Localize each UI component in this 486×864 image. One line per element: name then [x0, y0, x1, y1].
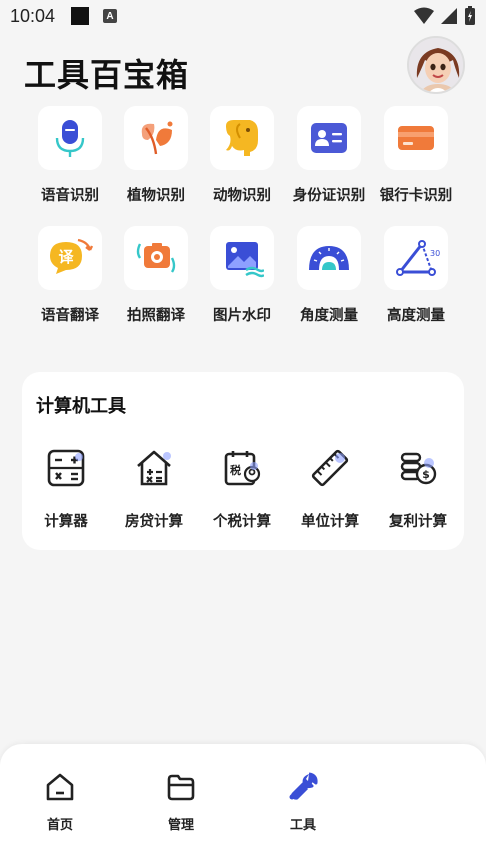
- notification-icon: [71, 7, 90, 25]
- calc-item-compound-interest[interactable]: $ 复利计算: [376, 446, 460, 531]
- id-card-icon: [311, 123, 347, 153]
- tool-height-measurement[interactable]: 30° 高度测量: [373, 226, 459, 325]
- tool-label: 语音翻译: [41, 308, 99, 324]
- svg-text:30°: 30°: [430, 249, 440, 258]
- bank-card-icon: [398, 126, 434, 150]
- status-time: 10:04: [10, 5, 56, 26]
- nav-home[interactable]: 首页: [20, 770, 100, 833]
- camera-translate-icon: [136, 243, 176, 273]
- svg-text:税: 税: [230, 463, 241, 477]
- calc-item-calculator[interactable]: 计算器: [24, 446, 108, 531]
- house-loan-icon: [137, 450, 171, 486]
- wifi-icon: [414, 7, 434, 24]
- calc-item-label: 计算器: [44, 514, 88, 530]
- svg-text:译: 译: [58, 248, 74, 266]
- height-angle-icon: 30°: [396, 240, 440, 276]
- signal-icon: [441, 8, 457, 24]
- leaf-icon: [141, 121, 173, 155]
- tool-bank-card-recognition[interactable]: 银行卡识别: [373, 106, 459, 205]
- tool-label: 图片水印: [213, 308, 271, 324]
- calc-item-label: 单位计算: [301, 514, 359, 530]
- nav-label: 工具: [289, 818, 316, 833]
- ruler-icon: [311, 449, 349, 487]
- tool-photo-translation[interactable]: 拍照翻译: [113, 226, 199, 325]
- avatar[interactable]: [407, 36, 465, 94]
- protractor-icon: [309, 246, 349, 270]
- calc-item-mortgage[interactable]: 房贷计算: [112, 446, 196, 531]
- bottom-nav: 首页 管理 工具: [0, 744, 486, 864]
- svg-text:$: $: [422, 468, 430, 481]
- image-watermark-icon: [226, 242, 264, 278]
- calculator-tools-card: 计算机工具 计算器 房贷计算 税 个税计算 单位计算 $ 复利计算: [22, 372, 464, 550]
- tool-label: 角度测量: [300, 308, 358, 324]
- nav-manage[interactable]: 管理: [141, 770, 221, 833]
- tax-icon: 税: [224, 451, 261, 486]
- tool-voice-translation[interactable]: 译 语音翻译: [27, 226, 113, 325]
- wrench-icon: [289, 772, 318, 800]
- calc-item-income-tax[interactable]: 税 个税计算: [200, 446, 284, 531]
- tool-label: 高度测量: [387, 308, 445, 324]
- tool-label: 银行卡识别: [379, 188, 453, 204]
- nav-label: 管理: [167, 818, 194, 833]
- nav-label: 首页: [46, 818, 73, 833]
- tool-voice-recognition[interactable]: 语音识别: [27, 106, 113, 205]
- tool-label: 植物识别: [127, 188, 185, 204]
- microphone-icon: [55, 120, 85, 157]
- page-title: 工具百宝箱: [24, 56, 190, 94]
- tool-image-watermark[interactable]: 图片水印: [199, 226, 285, 325]
- tool-label: 拍照翻译: [127, 308, 185, 324]
- tool-animal-recognition[interactable]: 动物识别: [199, 106, 285, 205]
- calculator-icon: [47, 449, 85, 487]
- tool-label: 动物识别: [213, 188, 271, 204]
- tool-label: 身份证识别: [292, 188, 366, 204]
- calc-item-unit-conversion[interactable]: 单位计算: [288, 446, 372, 531]
- translate-bubble-icon: 译: [50, 238, 94, 274]
- elephant-icon: [226, 120, 258, 156]
- calc-item-label: 个税计算: [213, 514, 271, 530]
- folder-icon: [167, 774, 195, 801]
- calc-item-label: 房贷计算: [125, 514, 183, 530]
- section-title: 计算机工具: [36, 396, 126, 417]
- status-bar: 10:04 A: [0, 0, 486, 32]
- tool-id-card-recognition[interactable]: 身份证识别: [286, 106, 372, 205]
- battery-icon: [465, 6, 475, 25]
- tool-plant-recognition[interactable]: 植物识别: [113, 106, 199, 205]
- home-icon: [46, 773, 74, 801]
- a-badge-icon: A: [103, 9, 118, 23]
- nav-tools[interactable]: 工具: [263, 770, 343, 833]
- coin-stack-icon: $: [400, 452, 437, 485]
- tool-label: 语音识别: [41, 188, 99, 204]
- tool-angle-measurement[interactable]: 角度测量: [286, 226, 372, 325]
- calc-item-label: 复利计算: [389, 514, 447, 530]
